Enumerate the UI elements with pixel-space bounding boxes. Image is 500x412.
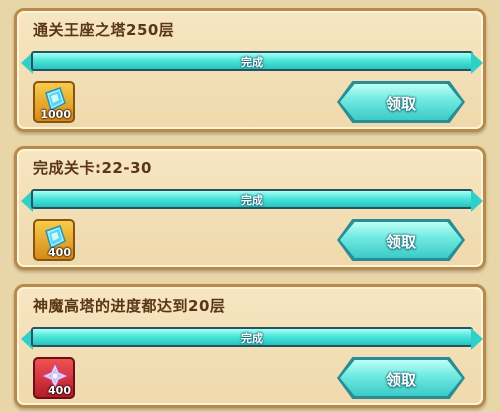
- task-card-2: 完成关卡:22-30 完成 400 领取: [14, 146, 486, 270]
- reward-count: 1000: [40, 108, 71, 121]
- reward-count: 400: [48, 246, 71, 259]
- progress-bar: 完成: [21, 327, 483, 350]
- reward-item[interactable]: 400: [33, 219, 75, 261]
- reward-item[interactable]: 1000: [33, 81, 75, 123]
- task-title: 完成关卡:22-30: [33, 159, 152, 177]
- task-card-3: 神魔高塔的进度都达到20层 完成 400 领取: [14, 284, 486, 408]
- claim-button-label: 领取: [385, 96, 416, 113]
- claim-button[interactable]: 领取: [337, 219, 465, 261]
- claim-button-label: 领取: [385, 234, 416, 251]
- task-card-1: 通关王座之塔250层 完成 1000 领取: [14, 8, 486, 132]
- progress-label: 完成: [241, 56, 263, 69]
- claim-button[interactable]: 领取: [337, 81, 465, 123]
- reward-count: 400: [48, 384, 71, 397]
- progress-label: 完成: [241, 194, 263, 207]
- task-title: 神魔高塔的进度都达到20层: [33, 297, 226, 315]
- claim-button-label: 领取: [385, 372, 416, 389]
- task-title: 通关王座之塔250层: [33, 21, 175, 39]
- progress-label: 完成: [241, 332, 263, 345]
- reward-item[interactable]: 400: [33, 357, 75, 399]
- progress-bar: 完成: [21, 189, 483, 212]
- progress-bar: 完成: [21, 51, 483, 74]
- claim-button[interactable]: 领取: [337, 357, 465, 399]
